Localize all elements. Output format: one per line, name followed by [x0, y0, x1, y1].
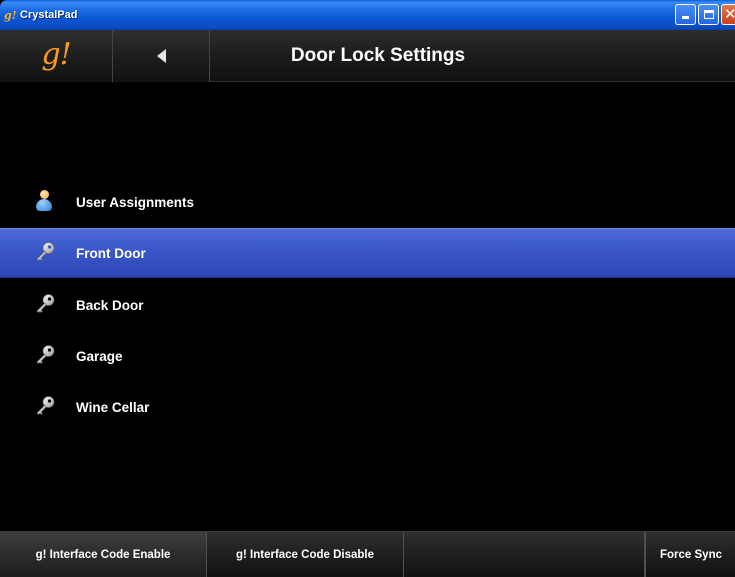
minimize-icon — [682, 16, 689, 19]
list-item-garage[interactable]: Garage — [0, 331, 735, 381]
list-item-label: User Assignments — [76, 194, 195, 210]
window-titlebar[interactable]: g! CrystalPad ✕ — [0, 0, 735, 30]
list-item-label: Garage — [76, 348, 123, 364]
toolbar-empty-slot — [404, 532, 645, 577]
list-item-label: Front Door — [76, 245, 146, 261]
list-item-wine-cellar[interactable]: Wine Cellar — [0, 382, 735, 432]
key-icon — [34, 241, 68, 265]
app-header: g! Door Lock Settings — [0, 30, 735, 82]
list-item-front-door[interactable]: Front Door — [0, 228, 735, 278]
bottom-toolbar: g! Interface Code Enable g! Interface Co… — [0, 531, 735, 577]
maximize-icon — [704, 10, 714, 19]
home-logo-button[interactable]: g! — [0, 30, 113, 82]
user-icon — [34, 190, 68, 214]
force-sync-button[interactable]: Force Sync — [645, 532, 735, 577]
back-button[interactable] — [113, 30, 210, 82]
close-button[interactable]: ✕ — [721, 4, 735, 25]
close-icon: ✕ — [724, 6, 735, 23]
window-title: CrystalPad — [20, 9, 78, 21]
interface-code-disable-button[interactable]: g! Interface Code Disable — [207, 532, 404, 577]
app-logo-icon: g! — [4, 8, 17, 22]
list-item-back-door[interactable]: Back Door — [0, 280, 735, 330]
page-title: Door Lock Settings — [290, 45, 466, 66]
back-arrow-icon — [156, 49, 166, 63]
window-controls: ✕ — [675, 4, 735, 25]
list-item-label: Wine Cellar — [76, 399, 150, 415]
minimize-button[interactable] — [675, 4, 696, 25]
list-item-label: Back Door — [76, 297, 144, 313]
g-logo-icon: g! — [41, 36, 71, 72]
maximize-button[interactable] — [698, 4, 719, 25]
key-icon — [34, 395, 68, 419]
key-icon — [34, 344, 68, 368]
interface-code-enable-button[interactable]: g! Interface Code Enable — [0, 532, 207, 577]
list-item-user-assignments[interactable]: User Assignments — [0, 177, 735, 227]
key-icon — [34, 293, 68, 317]
